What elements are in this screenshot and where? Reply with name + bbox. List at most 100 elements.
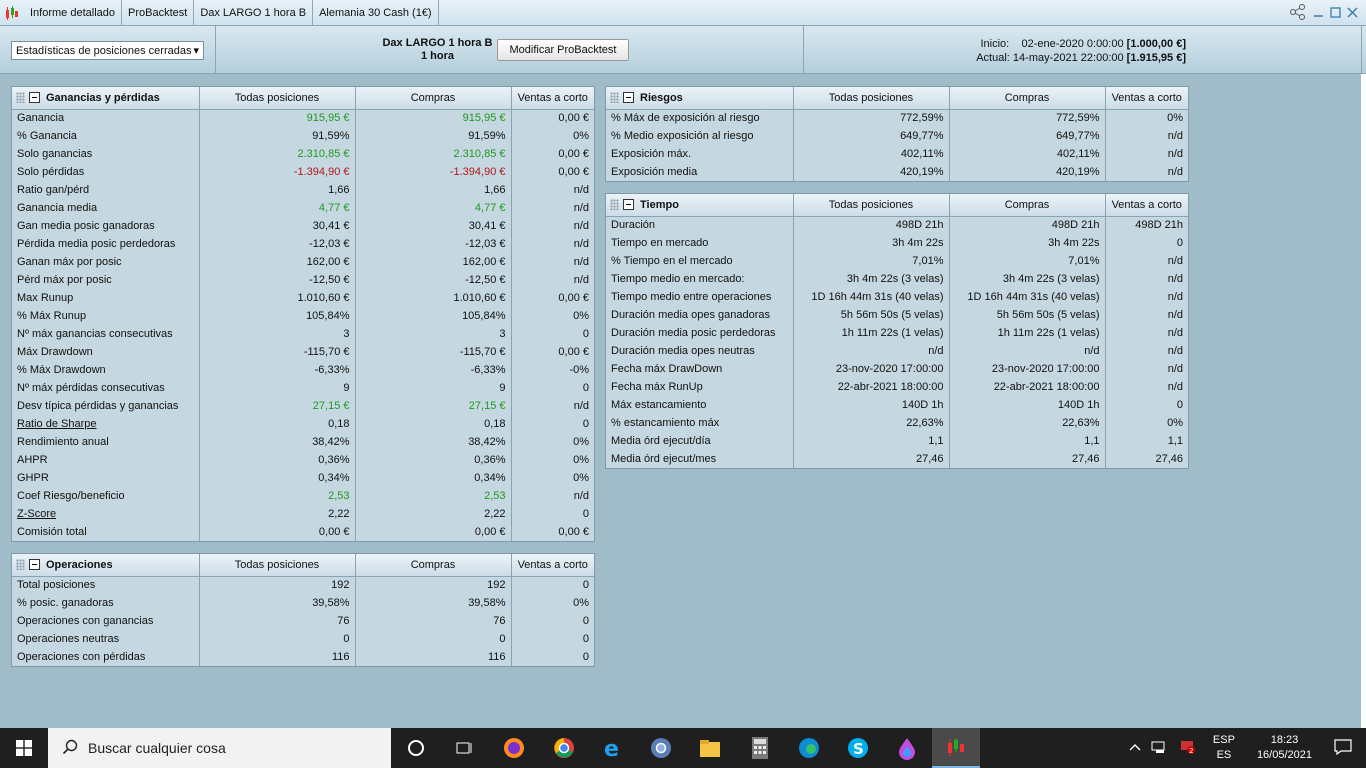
firefox-icon[interactable] <box>490 728 538 768</box>
row-label: GHPR <box>17 472 49 484</box>
tab-strategy[interactable]: Dax LARGO 1 hora B <box>194 0 314 25</box>
cell-value: 105,84% <box>198 307 355 325</box>
cell-value: 0 <box>510 612 594 630</box>
notification-badge-icon[interactable]: 2 <box>1173 739 1203 758</box>
tab-probacktest[interactable]: ProBacktest <box>122 0 195 25</box>
close-icon[interactable] <box>1347 6 1358 21</box>
stats-type-dropdown[interactable]: Estadísticas de posiciones cerradas ▾ <box>11 41 204 60</box>
panel-header-title[interactable]: Operaciones <box>12 554 199 577</box>
modify-probacktest-button[interactable]: Modificar ProBacktest <box>497 39 629 61</box>
table-row: Pérd máx por posic -12,50 € -12,50 € n/d <box>12 271 594 289</box>
collapse-icon[interactable] <box>29 91 40 103</box>
show-hidden-icons-icon[interactable] <box>1123 742 1147 754</box>
cell-value: 91,59% <box>198 127 355 145</box>
cell-value: 23-nov-2020 17:00:00 <box>948 360 1105 378</box>
ops-table: Operaciones Todas posiciones Compras Ventas… <box>12 554 594 666</box>
network-icon[interactable] <box>1147 740 1173 757</box>
cell-value: 0 <box>510 576 594 594</box>
cell-value: n/d <box>1104 342 1188 360</box>
cell-value: n/d <box>1104 288 1188 306</box>
cell-value: 162,00 € <box>198 253 355 271</box>
drag-handle-icon[interactable] <box>610 91 619 103</box>
internet-explorer-icon[interactable]: e <box>588 728 636 768</box>
taskbar-search-input[interactable]: Buscar cualquier cosa <box>48 728 391 768</box>
cell-value: -6,33% <box>354 361 511 379</box>
strategy-timeframe: 1 hora <box>420 50 454 62</box>
cell-value: -115,70 € <box>198 343 355 361</box>
cell-value: 0,34% <box>354 469 511 487</box>
row-label: Total posiciones <box>17 579 96 592</box>
panel-header-title[interactable]: Riesgos <box>606 87 793 110</box>
vertical-scrollbar[interactable] <box>1361 74 1366 728</box>
collapse-icon[interactable] <box>29 558 40 570</box>
row-label: Duración <box>611 219 656 232</box>
calculator-icon[interactable] <box>736 728 784 768</box>
start-date: 02-ene-2020 0:00:00 <box>1021 38 1124 50</box>
minimize-icon[interactable] <box>1313 6 1324 21</box>
row-label: Duración media opes ganadoras <box>611 309 770 321</box>
collapse-icon[interactable] <box>623 91 634 103</box>
table-row: AHPR 0,36% 0,36% 0% <box>12 451 594 469</box>
table-row: Exposición media 420,19% 420,19% n/d <box>606 163 1188 181</box>
task-view-icon[interactable] <box>440 728 488 768</box>
tab-instrument[interactable]: Alemania 30 Cash (1€) <box>313 0 439 25</box>
panel-header-title[interactable]: Tiempo <box>606 194 793 217</box>
table-row: Ganancia media 4,77 €4,77 € n/d <box>12 199 594 217</box>
chrome-icon[interactable] <box>540 728 588 768</box>
cell-value: 105,84% <box>354 307 511 325</box>
prorealtime-taskbar-button[interactable] <box>932 728 980 768</box>
skype-icon[interactable]: S <box>834 728 882 768</box>
cell-value: 4,77 € <box>198 199 355 217</box>
cell-value: 0,36% <box>198 451 355 469</box>
report-header: Estadísticas de posiciones cerradas ▾ Da… <box>0 26 1366 74</box>
cell-value: 1,66 <box>354 181 511 199</box>
row-label: % Tiempo en el mercado <box>611 255 733 267</box>
cell-value: 140D 1h <box>948 396 1105 414</box>
clock[interactable]: 18:23 16/05/2021 <box>1245 733 1324 763</box>
panel-title: Tiempo <box>640 198 679 211</box>
row-label[interactable]: Ratio de Sharpe <box>12 415 199 433</box>
cell-value: 3h 4m 22s (3 velas) <box>792 270 949 288</box>
cell-value: 116 <box>354 648 511 666</box>
row-label: Duración media posic perdedoras <box>611 327 776 339</box>
table-row: Exposición máx. 402,11% 402,11% n/d <box>606 145 1188 163</box>
share-icon[interactable] <box>1289 4 1307 23</box>
maximize-icon[interactable] <box>1330 6 1341 21</box>
table-row: Operaciones con ganancias 76 76 0 <box>12 612 594 630</box>
cell-value: 2.310,85 € <box>354 145 511 163</box>
cortana-icon[interactable] <box>392 728 440 768</box>
table-row: % Tiempo en el mercado 7,01% 7,01% n/d <box>606 252 1188 270</box>
row-label: % posic. ganadoras <box>17 597 114 609</box>
windows-start-button[interactable] <box>0 728 48 768</box>
table-row: % Máx Drawdown -6,33% -6,33% -0% <box>12 361 594 379</box>
collapse-icon[interactable] <box>623 198 634 210</box>
cell-value: 0 <box>510 630 594 648</box>
drag-handle-icon[interactable] <box>610 198 619 210</box>
table-row: Duración media posic perdedoras 1h 11m 22… <box>606 324 1188 342</box>
header-divider <box>1361 26 1362 74</box>
drag-handle-icon[interactable] <box>16 558 25 570</box>
edge-icon[interactable] <box>785 728 833 768</box>
svg-text:e: e <box>604 737 619 760</box>
cell-value: 0% <box>510 451 594 469</box>
cell-value: 38,42% <box>354 433 511 451</box>
tab-informe-detallado[interactable]: Informe detallado <box>24 0 122 25</box>
input-language[interactable]: ESP ES <box>1203 733 1245 763</box>
paint-drop-icon[interactable] <box>883 728 931 768</box>
column-header: Ventas a corto <box>1104 194 1188 217</box>
drag-handle-icon[interactable] <box>16 91 25 103</box>
cell-value: 30,41 € <box>198 217 355 235</box>
cell-value: 0% <box>510 433 594 451</box>
search-icon <box>62 739 78 758</box>
action-center-icon[interactable] <box>1324 738 1366 758</box>
chrome-alt-icon[interactable] <box>637 728 685 768</box>
cell-value: 0% <box>1104 109 1188 127</box>
cell-value: 0 <box>510 648 594 666</box>
row-label: Exposición media <box>611 166 698 178</box>
panel-header-title[interactable]: Ganancias y pérdidas <box>12 87 199 110</box>
row-label[interactable]: Z-Score <box>12 505 199 523</box>
file-explorer-icon[interactable] <box>686 728 734 768</box>
cell-value: n/d <box>1104 360 1188 378</box>
table-row: Tiempo medio en mercado: 3h 4m 22s (3 vel… <box>606 270 1188 288</box>
cell-value: 0,00 € <box>510 109 594 127</box>
